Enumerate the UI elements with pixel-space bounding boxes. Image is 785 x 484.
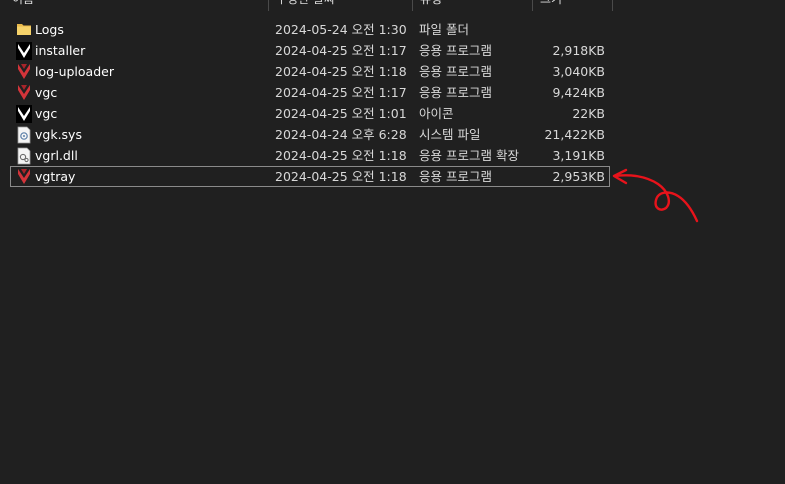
file-date: 2024-04-25 오전 1:18 xyxy=(275,169,407,184)
file-name: vgtray xyxy=(35,169,76,184)
vanguard-red-icon xyxy=(16,84,32,102)
file-row-logs[interactable]: Logs 2024-05-24 오전 1:30 파일 폴더 xyxy=(10,19,610,40)
file-row-vgk-sys[interactable]: vgk.sys 2024-04-24 오후 6:28 시스템 파일 21,422… xyxy=(10,124,610,145)
file-type: 시스템 파일 xyxy=(419,127,481,142)
file-date: 2024-04-25 오전 1:17 xyxy=(275,85,407,100)
file-name: installer xyxy=(35,43,86,58)
file-row-vgrl-dll[interactable]: vgrl.dll 2024-04-25 오전 1:18 응용 프로그램 확장 3… xyxy=(10,145,610,166)
file-size: 2,918KB xyxy=(552,43,605,58)
file-date: 2024-05-24 오전 1:30 xyxy=(275,22,407,37)
file-type: 파일 폴더 xyxy=(419,22,469,37)
file-row-vgc-exe[interactable]: vgc 2024-04-25 오전 1:17 응용 프로그램 9,424KB xyxy=(10,82,610,103)
file-size: 3,040KB xyxy=(552,64,605,79)
file-size: 9,424KB xyxy=(552,85,605,100)
file-size: 3,191KB xyxy=(552,148,605,163)
file-row-vgc-ico[interactable]: vgc 2024-04-25 오전 1:01 아이콘 22KB xyxy=(10,103,610,124)
file-date: 2024-04-24 오후 6:28 xyxy=(275,127,407,142)
file-name: vgc xyxy=(35,85,58,100)
file-date: 2024-04-25 오전 1:18 xyxy=(275,64,407,79)
file-date: 2024-04-25 오전 1:18 xyxy=(275,148,407,163)
file-type: 응용 프로그램 xyxy=(419,169,492,184)
file-name: log-uploader xyxy=(35,64,114,79)
file-size: 22KB xyxy=(572,106,605,121)
file-date: 2024-04-25 오전 1:17 xyxy=(275,43,407,58)
column-header-name[interactable]: 이름 xyxy=(12,0,34,11)
file-size: 21,422KB xyxy=(544,127,605,142)
file-type: 응용 프로그램 xyxy=(419,43,492,58)
vanguard-app-icon xyxy=(16,42,32,60)
file-name: Logs xyxy=(35,22,64,37)
file-name: vgk.sys xyxy=(35,127,82,142)
file-type: 아이콘 xyxy=(419,106,454,121)
file-type: 응용 프로그램 xyxy=(419,85,492,100)
vanguard-app-icon xyxy=(16,105,32,123)
file-date: 2024-04-25 오전 1:01 xyxy=(275,106,407,121)
file-list: Logs 2024-05-24 오전 1:30 파일 폴더 installer … xyxy=(10,19,610,187)
file-row-installer[interactable]: installer 2024-04-25 오전 1:17 응용 프로그램 2,9… xyxy=(10,40,610,61)
file-type: 응용 프로그램 xyxy=(419,64,492,79)
vanguard-red-icon xyxy=(16,63,32,81)
file-name: vgc xyxy=(35,106,58,121)
vanguard-red-icon xyxy=(16,168,32,186)
dll-file-icon xyxy=(16,147,32,165)
red-arrow-annotation xyxy=(612,168,699,223)
column-header-type[interactable]: 유형 xyxy=(412,0,442,11)
column-header: 이름 수정한 날짜 유형 크기 xyxy=(0,0,613,11)
column-header-date[interactable]: 수정한 날짜 xyxy=(268,0,335,11)
column-header-size[interactable]: 크기 xyxy=(532,0,562,11)
file-row-vgtray[interactable]: vgtray 2024-04-25 오전 1:18 응용 프로그램 2,953K… xyxy=(10,166,610,187)
column-header-end xyxy=(612,0,613,11)
folder-icon xyxy=(16,21,32,39)
file-size: 2,953KB xyxy=(552,169,605,184)
system-file-icon xyxy=(16,126,32,144)
file-type: 응용 프로그램 확장 xyxy=(419,148,519,163)
file-name: vgrl.dll xyxy=(35,148,78,163)
file-explorer-window: 이름 수정한 날짜 유형 크기 Logs 2024-05-24 오전 1:30 … xyxy=(0,0,785,484)
file-row-log-uploader[interactable]: log-uploader 2024-04-25 오전 1:18 응용 프로그램 … xyxy=(10,61,610,82)
